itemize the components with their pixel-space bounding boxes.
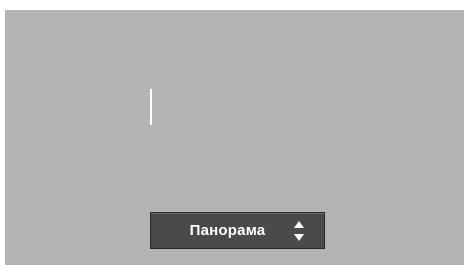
text-caret [150,89,152,125]
mode-select[interactable]: Панорама [150,212,325,249]
updown-arrows-icon [290,218,308,244]
mode-select-label: Панорама [189,222,266,239]
